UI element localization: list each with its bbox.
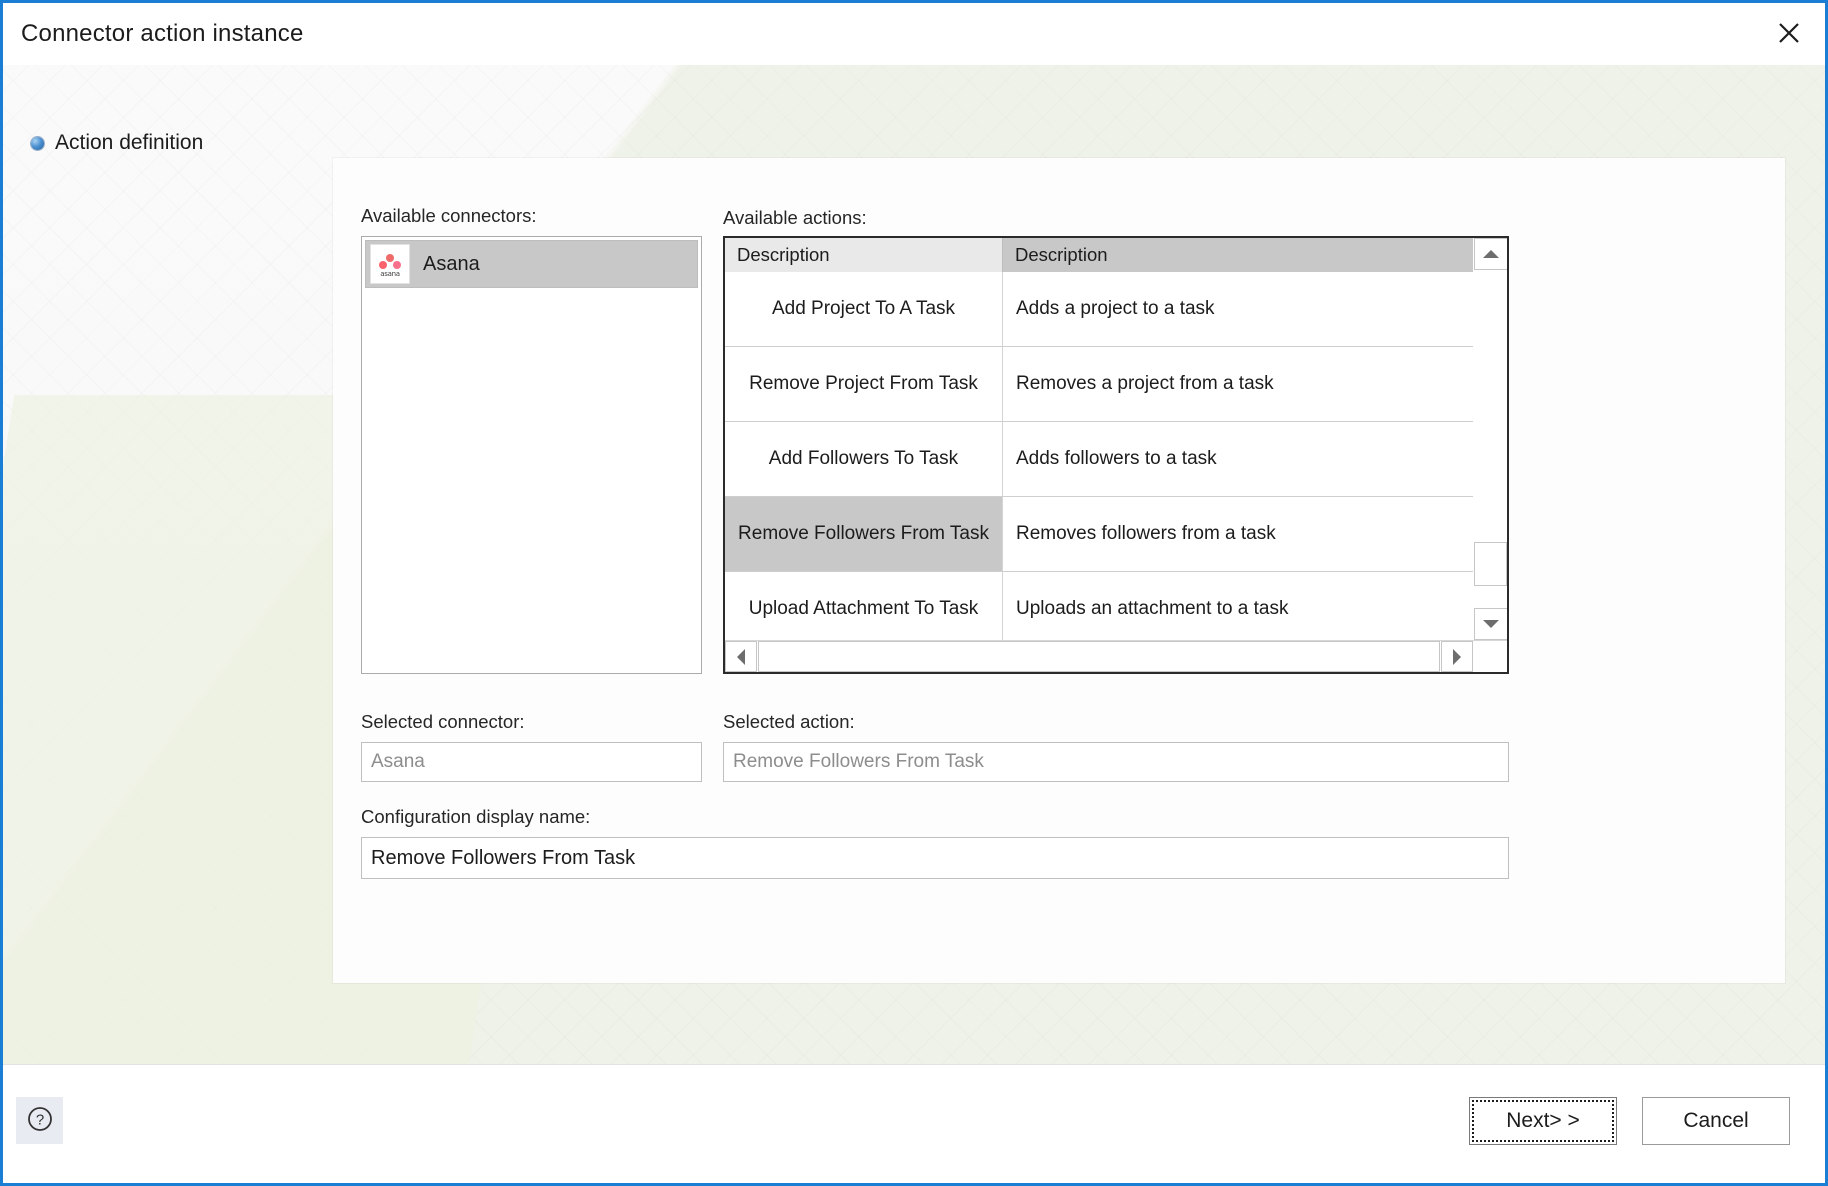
grid-header-row: Description Description xyxy=(725,238,1473,272)
configuration-display-name-label: Configuration display name: xyxy=(361,806,591,827)
action-name-cell: Upload Attachment To Task xyxy=(725,572,1003,640)
dialog-title-bar: Connector action instance xyxy=(3,3,1825,65)
table-row[interactable]: Add Project To A Task Adds a project to … xyxy=(725,272,1473,347)
grid-rows: Add Project To A Task Adds a project to … xyxy=(725,272,1473,640)
action-name-cell: Remove Project From Task xyxy=(725,347,1003,421)
available-actions-grid[interactable]: Description Description Add Project To A… xyxy=(723,236,1509,674)
list-item[interactable]: asana Asana xyxy=(365,240,698,288)
available-connectors-label: Available connectors: xyxy=(361,205,537,226)
connector-action-instance-dialog: Connector action instance Action definit… xyxy=(0,0,1828,1186)
dialog-footer: ? Next> > Cancel xyxy=(3,1064,1825,1183)
table-row[interactable]: Remove Project From Task Removes a proje… xyxy=(725,347,1473,422)
action-name-cell: Remove Followers From Task xyxy=(725,497,1003,571)
column-header-name[interactable]: Description xyxy=(725,238,1003,272)
configuration-display-name-input[interactable]: Remove Followers From Task xyxy=(361,837,1509,879)
close-button[interactable] xyxy=(1761,7,1817,59)
action-name-cell: Add Project To A Task xyxy=(725,272,1003,346)
horizontal-scrollbar[interactable] xyxy=(725,640,1507,672)
available-connectors-list[interactable]: asana Asana xyxy=(361,236,702,674)
selected-connector-field: Asana xyxy=(361,742,702,782)
sidebar-item-action-definition[interactable]: Action definition xyxy=(3,127,333,159)
horizontal-scroll-thumb[interactable] xyxy=(758,641,1440,672)
action-description-cell: Uploads an attachment to a task xyxy=(1016,598,1289,619)
table-row[interactable]: Upload Attachment To Task Uploads an att… xyxy=(725,572,1473,640)
scroll-left-arrow-icon xyxy=(737,648,745,665)
next-button[interactable]: Next> > xyxy=(1469,1097,1617,1145)
scroll-left-button[interactable] xyxy=(725,641,757,672)
dialog-title: Connector action instance xyxy=(21,20,304,47)
scroll-up-button[interactable] xyxy=(1474,238,1507,270)
vertical-scrollbar[interactable] xyxy=(1473,238,1507,640)
action-name-cell: Add Followers To Task xyxy=(725,422,1003,496)
table-row[interactable]: Add Followers To Task Adds followers to … xyxy=(725,422,1473,497)
vertical-scroll-track[interactable] xyxy=(1474,270,1507,608)
connector-name: Asana xyxy=(423,252,480,275)
svg-text:?: ? xyxy=(35,1112,43,1129)
action-description-cell: Removes followers from a task xyxy=(1016,523,1276,544)
dialog-body: Action definition Action definition Avai… xyxy=(3,65,1825,1064)
cancel-button[interactable]: Cancel xyxy=(1642,1097,1790,1145)
vertical-scroll-thumb[interactable] xyxy=(1474,542,1507,586)
table-row[interactable]: Remove Followers From Task Removes follo… xyxy=(725,497,1473,572)
action-description-cell: Adds a project to a task xyxy=(1016,298,1215,319)
scroll-down-button[interactable] xyxy=(1474,608,1507,640)
scroll-up-arrow-icon xyxy=(1483,250,1499,258)
column-header-description[interactable]: Description xyxy=(1003,238,1473,272)
scroll-right-button[interactable] xyxy=(1441,641,1473,672)
action-description-cell: Adds followers to a task xyxy=(1016,448,1217,469)
help-button[interactable]: ? xyxy=(16,1097,63,1144)
blue-diamond-bullet-icon xyxy=(31,136,44,150)
scrollbar-corner xyxy=(1473,641,1507,672)
action-definition-panel: Available connectors: asana Asana Availa… xyxy=(333,158,1785,983)
scroll-down-arrow-icon xyxy=(1483,620,1499,628)
help-question-icon: ? xyxy=(26,1105,54,1136)
selected-connector-label: Selected connector: xyxy=(361,711,525,732)
selected-action-field: Remove Followers From Task xyxy=(723,742,1509,782)
scroll-right-arrow-icon xyxy=(1453,648,1461,665)
wizard-step-nav: Action definition xyxy=(3,65,333,1064)
sidebar-item-label: Action definition xyxy=(55,131,204,154)
close-icon xyxy=(1776,20,1802,46)
action-description-cell: Removes a project from a task xyxy=(1016,373,1274,394)
asana-logo-icon: asana xyxy=(370,244,410,284)
available-actions-label: Available actions: xyxy=(723,207,867,228)
selected-action-label: Selected action: xyxy=(723,711,855,732)
